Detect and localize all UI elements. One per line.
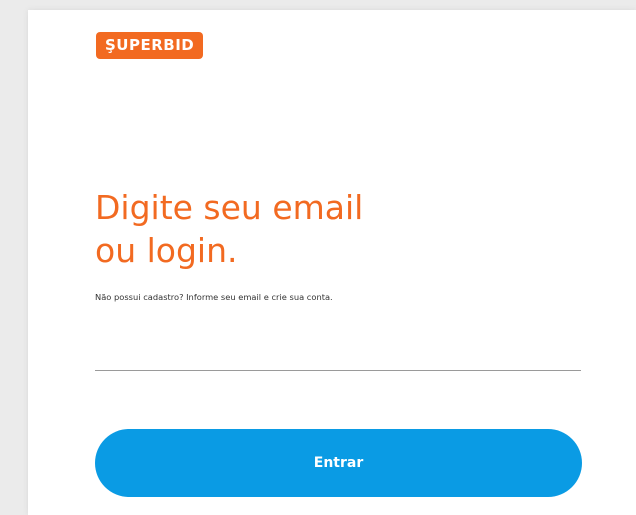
login-card: ŞUPERBID Digite seu email ou login. Não … (28, 10, 636, 515)
email-input[interactable] (95, 337, 581, 371)
signup-hint: Não possui cadastro? Informe seu email e… (95, 292, 333, 302)
title-line-2: ou login. (95, 231, 238, 270)
title-line-1: Digite seu email (95, 188, 364, 227)
page-title: Digite seu email ou login. (95, 186, 363, 272)
enter-button[interactable]: Entrar (95, 429, 582, 497)
superbid-logo[interactable]: ŞUPERBID (96, 32, 204, 59)
